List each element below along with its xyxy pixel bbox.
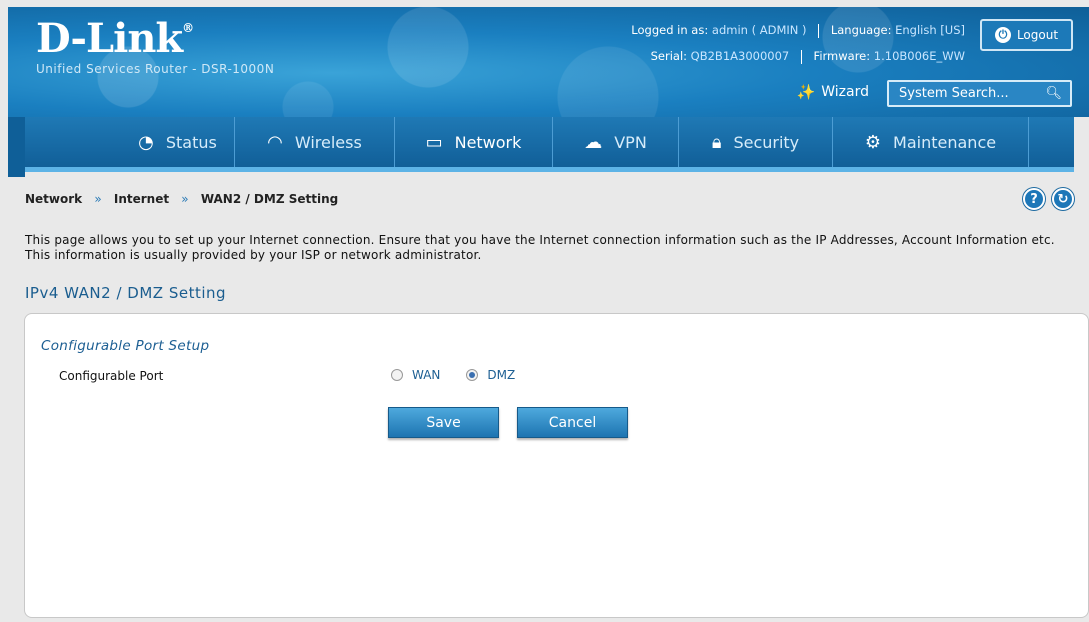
divider (800, 49, 802, 64)
tab-vpn-label: VPN (614, 132, 647, 152)
page-title: IPv4 WAN2 / DMZ Setting (25, 284, 227, 302)
refresh-icon[interactable]: ↻ (1052, 188, 1074, 210)
breadcrumb-separator: » (181, 192, 189, 206)
tab-vpn[interactable]: ☁ VPN (553, 117, 679, 167)
serial-value: QB2B1A3000007 (690, 49, 790, 63)
configurable-port-label: Configurable Port (59, 369, 164, 383)
radio-dmz-label: DMZ (487, 368, 516, 382)
system-search-input[interactable]: System Search... 🔍︎ (887, 80, 1072, 107)
device-info: Serial: QB2B1A3000007 Firmware: 1.10B006… (651, 49, 965, 64)
wifi-icon: ◠ (267, 131, 283, 153)
tab-network-label: Network (454, 132, 522, 152)
registered-mark: ® (182, 21, 194, 35)
serial-label: Serial: (650, 49, 688, 63)
dashboard-icon: ◔ (138, 131, 154, 153)
product-subtitle: Unified Services Router - DSR-1000N (36, 62, 275, 76)
breadcrumb-current: WAN2 / DMZ Setting (200, 192, 339, 206)
logged-in-label: Logged in as: (631, 23, 709, 37)
dlink-logo: D-Link® (36, 15, 194, 62)
cloud-lock-icon: ☁ (584, 131, 603, 153)
nav-edge (8, 117, 25, 177)
configurable-port-radio-group: WAN DMZ (391, 368, 515, 382)
panel-title: Configurable Port Setup (41, 338, 210, 354)
logout-label: Logout (1016, 28, 1059, 42)
language-label: Language: (830, 23, 892, 37)
logged-in-user: admin ( ADMIN ) (711, 23, 807, 37)
save-button[interactable]: Save (388, 407, 499, 438)
search-placeholder: System Search... (899, 86, 1009, 101)
header-banner: D-Link® Unified Services Router - DSR-10… (8, 7, 1089, 117)
help-icon[interactable]: ? (1023, 188, 1045, 210)
breadcrumb-internet[interactable]: Internet (114, 192, 169, 206)
tab-maintenance[interactable]: ⚙ Maintenance (833, 117, 1029, 167)
computer-icon: ▭ (425, 131, 443, 153)
tab-security-label: Security (733, 132, 800, 152)
tab-security[interactable]: 🔒︎ Security (679, 117, 833, 167)
breadcrumb: Network » Internet » WAN2 / DMZ Setting (25, 192, 338, 206)
breadcrumb-network[interactable]: Network (25, 192, 82, 206)
tab-maintenance-label: Maintenance (893, 132, 997, 152)
lock-icon: 🔒︎ (711, 131, 722, 153)
radio-option-dmz[interactable]: DMZ (466, 368, 515, 382)
divider (818, 23, 820, 38)
tab-wireless-label: Wireless (294, 132, 362, 152)
magic-wand-icon: ✨ (796, 83, 816, 101)
power-icon: ⏻ (994, 27, 1011, 43)
main-nav: ◔ Status ◠ Wireless ▭ Network ☁ VPN 🔒︎ S… (25, 117, 1074, 172)
cancel-button[interactable]: Cancel (517, 407, 628, 438)
search-icon[interactable]: 🔍︎ (1045, 86, 1062, 101)
config-panel: Configurable Port Setup Configurable Por… (24, 313, 1089, 618)
tab-status[interactable]: ◔ Status (121, 117, 235, 167)
radio-wan-label: WAN (412, 368, 441, 382)
logout-button[interactable]: ⏻ Logout (980, 19, 1073, 51)
login-info: Logged in as: admin ( ADMIN ) Language: … (631, 23, 965, 38)
firmware-value: 1.10B006E_WW (873, 49, 965, 63)
radio-wan[interactable] (391, 369, 403, 381)
gears-icon: ⚙ (864, 131, 882, 153)
radio-option-wan[interactable]: WAN (391, 368, 440, 382)
breadcrumb-separator: » (94, 192, 102, 206)
tab-wireless[interactable]: ◠ Wireless (235, 117, 395, 167)
tab-status-label: Status (165, 132, 217, 152)
language-selector[interactable]: English [US] (895, 23, 965, 37)
brand-name: D-Link (36, 15, 183, 62)
wizard-link[interactable]: ✨ Wizard (797, 83, 869, 101)
wizard-label: Wizard (821, 84, 869, 100)
firmware-label: Firmware: (813, 49, 871, 63)
radio-dmz[interactable] (466, 369, 479, 381)
tab-network[interactable]: ▭ Network (395, 117, 553, 167)
page-description: This page allows you to set up your Inte… (25, 233, 1055, 262)
